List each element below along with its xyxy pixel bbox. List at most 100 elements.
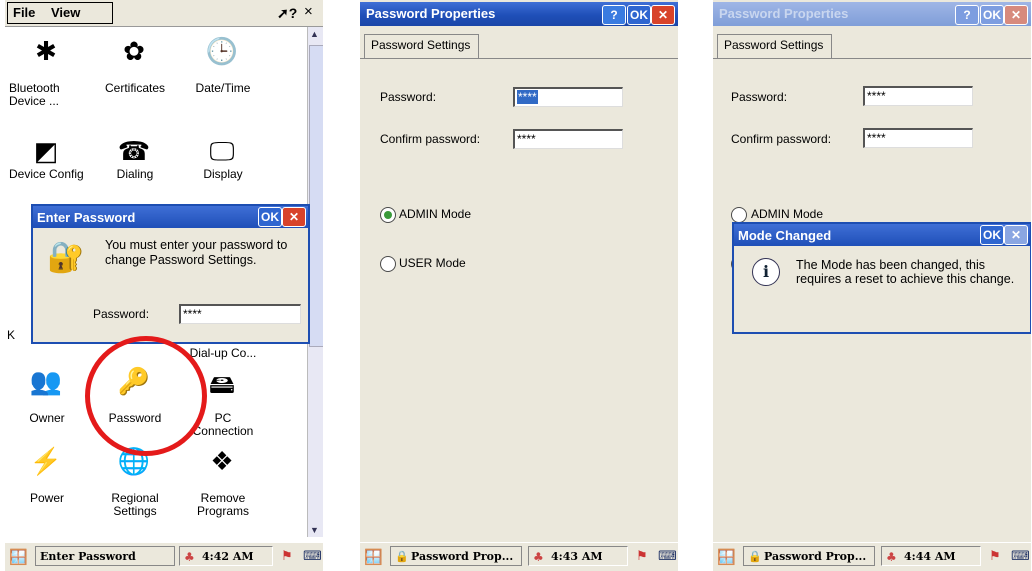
close-button[interactable]: ✕ [1004,5,1028,25]
dialog-title-bar: Mode Changed OK ✕ [734,224,1030,246]
icon-label[interactable]: Certificates [95,82,175,95]
taskbar: 🪟 Enter Password ♣ 4:42 AM ⚑ ⌨ [5,542,323,571]
scroll-thumb[interactable] [309,45,323,347]
lock-icon: 🔒 [395,550,409,563]
dialog-title-bar: Enter Password OK ✕ [33,206,308,228]
taskbar-task-label: Password Prop... [411,550,514,563]
confirm-password-input[interactable]: **** [863,128,973,148]
confirm-password-value: **** [517,132,536,146]
keys-lock-icon: 🔐 [47,241,85,274]
icon-label[interactable]: Dial-up Co... [183,347,263,360]
display-icon[interactable]: 🖵 [201,136,243,168]
highlight-circle [85,336,207,456]
user-mode-radio[interactable] [380,256,396,272]
mode-changed-screen: Password Properties ? OK ✕ Password Sett… [713,0,1031,571]
flag-icon[interactable]: ⚑ [281,548,293,564]
control-panel-screen: File View ➚? × ✱ Bluetooth Device ... ✿ Cer… [5,0,323,571]
file-menu[interactable]: File [13,5,35,20]
network-icon: ♣ [533,550,544,564]
admin-mode-radio[interactable] [731,207,747,223]
dialing-icon[interactable]: ☎ [113,136,155,167]
title-bar: Password Properties ? OK ✕ [360,2,678,26]
ok-button[interactable]: OK [627,5,651,25]
pc-connection-icon[interactable]: 🖴 [201,366,243,410]
taskbar-clock: ♣ 4:42 AM [179,546,273,566]
dialog-title: Mode Changed [738,228,832,243]
taskbar-task[interactable]: 🔒 Password Prop... [743,546,875,566]
confirm-password-label: Confirm password: [731,132,832,146]
icon-label[interactable]: Device Config [9,168,89,181]
menu-bar: File View ➚? × [5,0,323,27]
certificates-icon[interactable]: ✿ [113,36,155,67]
taskbar: 🪟 🔒 Password Prop... ♣ 4:44 AM ⚑ ⌨ [713,542,1031,571]
password-properties-screen: Password Properties ? OK ✕ Password Sett… [360,0,678,571]
confirm-password-value: **** [867,131,886,145]
confirm-password-label: Confirm password: [380,132,481,146]
taskbar: 🪟 🔒 Password Prop... ♣ 4:43 AM ⚑ ⌨ [360,542,678,571]
password-input[interactable]: **** [863,86,973,106]
icon-label[interactable]: Display [183,168,263,181]
admin-mode-label: ADMIN Mode [751,207,824,221]
close-button[interactable]: × [304,3,313,20]
scroll-up-icon[interactable]: ▲ [310,29,319,39]
power-icon[interactable]: ⚡ [25,446,67,477]
start-icon[interactable]: 🪟 [9,548,28,566]
owner-icon[interactable]: 👥 [25,366,67,397]
user-mode-label: USER Mode [399,256,466,270]
window-title: Password Properties [366,6,496,21]
flag-icon[interactable]: ⚑ [636,548,648,564]
taskbar-task[interactable]: Enter Password [35,546,175,566]
dialog-close-button[interactable]: ✕ [1004,225,1028,245]
flag-icon[interactable]: ⚑ [989,548,1001,564]
dialog-ok-button[interactable]: OK [258,207,282,227]
device-config-icon[interactable]: ◩ [25,136,67,167]
mode-changed-dialog: Mode Changed OK ✕ i The Mode has been ch… [732,222,1031,334]
keyboard-icon[interactable]: ⌨ [658,548,677,564]
icon-label[interactable]: Owner [7,412,87,425]
tab-divider [360,58,678,59]
taskbar-clock: ♣ 4:43 AM [528,546,628,566]
window-title: Password Properties [719,6,849,21]
network-icon: ♣ [886,550,897,564]
admin-mode-radio[interactable] [380,207,396,223]
password-input[interactable]: **** [179,304,301,324]
icon-label[interactable]: Dialing [95,168,175,181]
password-label: Password: [731,90,788,104]
ok-button[interactable]: OK [980,5,1004,25]
help-button[interactable]: ? [602,5,626,25]
help-button[interactable]: ? [955,5,979,25]
remove-programs-icon[interactable]: ❖ [201,446,243,477]
dialog-message: The Mode has been changed, this requires… [796,258,1015,286]
enter-password-dialog: Enter Password OK ✕ 🔐 You must enter you… [31,204,310,344]
keyboard-icon[interactable]: ⌨ [303,548,322,564]
admin-mode-label: ADMIN Mode [399,207,472,221]
view-menu[interactable]: View [51,5,80,20]
close-button[interactable]: ✕ [651,5,675,25]
icon-label[interactable]: Power [7,492,87,505]
confirm-password-input[interactable]: **** [513,129,623,149]
scroll-down-icon[interactable]: ▼ [310,525,319,535]
title-bar: Password Properties ? OK ✕ [713,2,1031,26]
taskbar-task[interactable]: 🔒 Password Prop... [390,546,522,566]
password-value: **** [183,307,202,321]
dialog-close-button[interactable]: ✕ [282,207,306,227]
clock-icon[interactable]: 🕒 [201,36,243,67]
start-icon[interactable]: 🪟 [717,548,736,566]
icon-label[interactable]: Date/Time [183,82,263,95]
tab-password-settings[interactable]: Password Settings [364,34,480,58]
partial-icon-label: K [7,328,16,342]
dialog-message: You must enter your password to change P… [105,238,288,267]
password-label: Password: [93,307,150,321]
icon-label[interactable]: Remove Programs [183,492,263,518]
help-pointer-icon[interactable]: ➚? [277,5,297,22]
taskbar-task-label: Password Prop... [764,550,867,563]
password-value: **** [867,89,886,103]
dialog-ok-button[interactable]: OK [980,225,1004,245]
start-icon[interactable]: 🪟 [364,548,383,566]
icon-label[interactable]: Bluetooth Device ... [9,82,89,108]
password-input[interactable]: **** [513,87,623,107]
tab-password-settings[interactable]: Password Settings [717,34,833,58]
keyboard-icon[interactable]: ⌨ [1011,548,1030,564]
bluetooth-icon[interactable]: ✱ [25,36,67,67]
icon-label[interactable]: Regional Settings [95,492,175,518]
